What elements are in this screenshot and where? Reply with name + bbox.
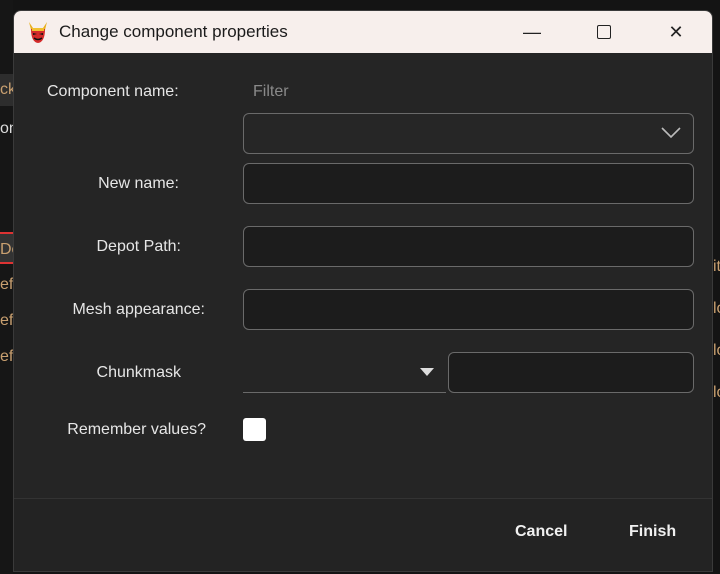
- bg-fragment: lo: [713, 384, 720, 401]
- bg-fragment: De: [0, 232, 13, 264]
- depot-path-label: Depot Path:: [96, 238, 182, 255]
- bg-fragment: it: [713, 258, 720, 275]
- window-title: Change component properties: [59, 22, 288, 41]
- filter-input[interactable]: Filter: [253, 83, 289, 101]
- chunkmask-input[interactable]: [448, 352, 694, 393]
- change-component-dialog: Change component properties — ✕ Componen…: [13, 10, 713, 572]
- bg-fragment: lo: [713, 300, 720, 317]
- app-logo-icon: [29, 22, 47, 43]
- bg-fragment: ef: [0, 312, 14, 329]
- bg-fragment: ef: [0, 348, 14, 365]
- depot-path-input[interactable]: [243, 226, 694, 267]
- caret-down-icon: [420, 368, 434, 376]
- chunkmask-label: Chunkmask: [96, 364, 181, 381]
- new-name-label: New name:: [98, 175, 179, 192]
- bg-fragment: ef: [0, 276, 14, 293]
- bg-fragment: lo: [713, 342, 720, 359]
- mesh-appearance-input[interactable]: [243, 289, 694, 330]
- close-button[interactable]: ✕: [640, 11, 712, 53]
- component-select[interactable]: [243, 113, 694, 154]
- remember-values-checkbox[interactable]: [243, 418, 266, 441]
- chunkmask-dropdown[interactable]: [243, 352, 446, 393]
- bg-fragment: ck: [0, 74, 13, 106]
- close-icon: ✕: [668, 21, 684, 42]
- maximize-button[interactable]: [568, 11, 640, 53]
- mesh-appearance-label: Mesh appearance:: [72, 301, 205, 318]
- title-bar: Change component properties — ✕: [14, 11, 712, 53]
- dialog-footer: Cancel Finish: [14, 498, 712, 571]
- chevron-down-icon: [661, 127, 681, 139]
- minimize-button[interactable]: —: [496, 11, 568, 53]
- remember-values-label: Remember values?: [67, 421, 206, 438]
- new-name-input[interactable]: [243, 163, 694, 204]
- minimize-icon: —: [523, 21, 541, 42]
- cancel-button[interactable]: Cancel: [515, 523, 567, 541]
- component-name-label: Component name:: [47, 83, 179, 100]
- maximize-icon: [597, 25, 611, 39]
- finish-button[interactable]: Finish: [629, 523, 676, 541]
